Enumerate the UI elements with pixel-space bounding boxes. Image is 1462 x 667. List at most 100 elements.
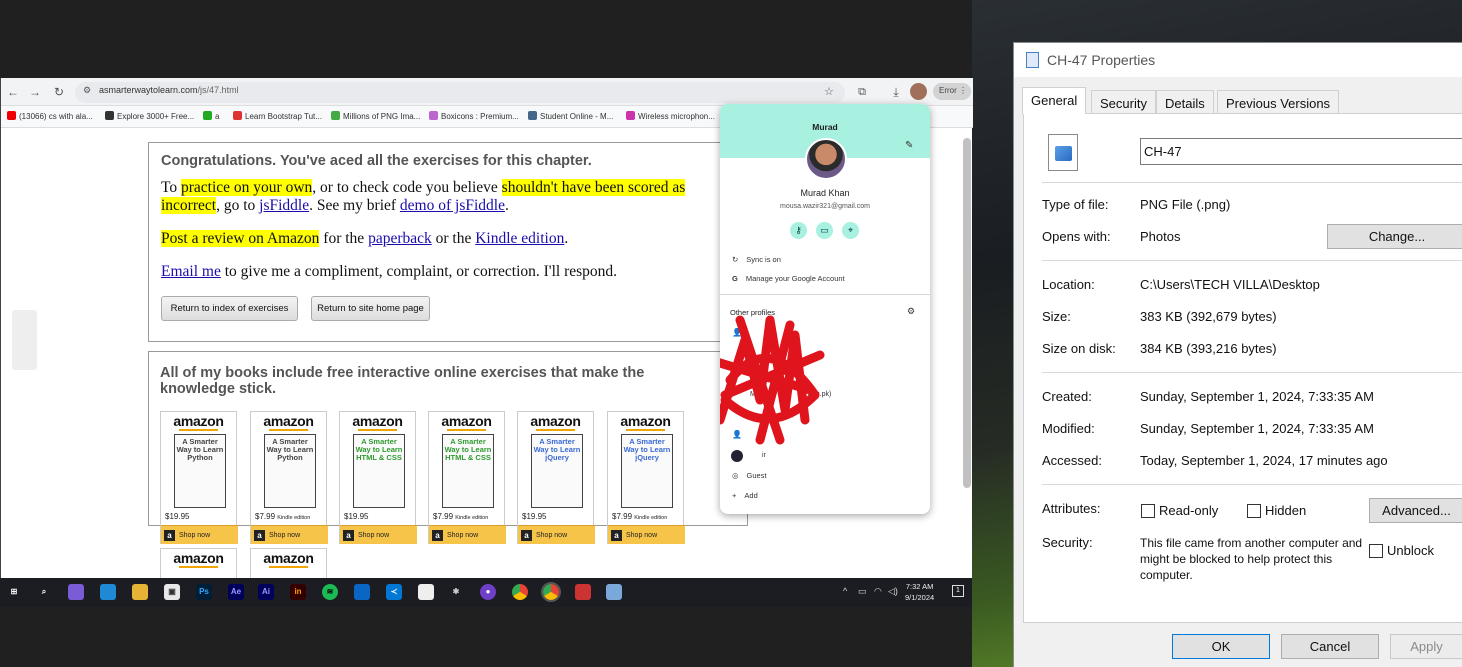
site-info-icon[interactable]: ⚙ (83, 85, 91, 96)
capcut-icon[interactable] (418, 584, 434, 600)
shop-now-button[interactable]: a Shop now (429, 525, 506, 544)
illustrator-icon[interactable]: in (290, 584, 306, 600)
bookmark-item[interactable]: Explore 3000+ Free... (105, 111, 194, 121)
page-scrollbar[interactable] (963, 138, 971, 488)
kindle-link[interactable]: Kindle edition (475, 230, 564, 247)
bookmark-star-icon[interactable]: ☆ (824, 85, 834, 98)
guest-menu-item[interactable]: ◎ Guest (732, 471, 767, 480)
chatgpt-icon[interactable]: ✱ (448, 584, 464, 600)
forward-icon[interactable]: → (27, 84, 43, 100)
edition-label: Kindle edition (455, 515, 489, 521)
tab-general[interactable]: General (1022, 87, 1087, 114)
tab-details[interactable]: Details (1156, 90, 1214, 113)
cancel-button[interactable]: Cancel (1281, 634, 1379, 659)
unblock-checkbox[interactable] (1369, 544, 1383, 558)
notepad-icon[interactable] (606, 584, 622, 600)
file-explorer-icon[interactable] (132, 584, 148, 600)
chrome-icon[interactable] (512, 584, 528, 600)
vscode-icon[interactable]: ≺ (386, 584, 402, 600)
copilot-icon[interactable] (68, 584, 84, 600)
bookmark-item[interactable]: Student Online - M... (528, 111, 613, 121)
sync-menu-item[interactable]: ↻ Sync is on (732, 255, 781, 264)
edge-icon[interactable] (100, 584, 116, 600)
profile-avatar-icon[interactable] (910, 83, 927, 100)
shop-now-button[interactable]: a Shop now (251, 525, 328, 544)
return-index-button[interactable]: Return to index of exercises (161, 296, 298, 321)
tab-security[interactable]: Security (1091, 90, 1156, 113)
edition-label: Kindle edition (277, 515, 311, 521)
email-link[interactable]: Email me (161, 263, 221, 280)
back-icon[interactable]: ← (5, 84, 21, 100)
addresses-pin-icon[interactable]: ⌖ (842, 222, 859, 239)
profile-avatar-small[interactable] (731, 450, 743, 462)
book-price: $7.99 Kindle edition (433, 512, 488, 521)
demo-jsfiddle-link[interactable]: demo of jsFiddle (400, 197, 505, 214)
spotify-icon[interactable]: ≋ (322, 584, 338, 600)
jsfiddle-link[interactable]: jsFiddle (259, 197, 309, 214)
bookmark-item[interactable]: Wireless microphon... (626, 111, 715, 121)
after-effects-icon[interactable]: Ai (258, 584, 274, 600)
extensions-icon[interactable]: ⧉ (854, 84, 870, 100)
book-price: $7.99 Kindle edition (255, 512, 310, 521)
url-field[interactable]: ⚙ asmarterwaytolearn.com/js/47.html ☆ (75, 82, 845, 103)
opens-with-label: Opens with: (1042, 229, 1111, 244)
amazon-logo: amazon (530, 413, 581, 429)
book-tile[interactable]: amazon A Smarter Way to Learn jQuery $7.99… (607, 411, 685, 544)
github-icon[interactable]: ● (480, 584, 496, 600)
wifi-icon[interactable]: ◠ (874, 586, 882, 597)
shop-now-button[interactable]: a Shop now (608, 525, 685, 544)
search-icon[interactable]: ⌕ (36, 584, 52, 600)
clock[interactable]: 7:32 AM 9/1/2024 (905, 581, 934, 603)
tray-chevron-icon[interactable]: ^ (843, 586, 847, 596)
readonly-checkbox[interactable] (1141, 504, 1155, 518)
battery-icon[interactable]: ▭ (858, 586, 867, 597)
bookmark-item[interactable]: Learn Bootstrap Tut... (233, 111, 322, 121)
profile-avatar[interactable] (805, 138, 847, 180)
error-chip[interactable]: Error ⋮ (933, 83, 971, 100)
add-profile-item[interactable]: + Add (732, 491, 758, 500)
hidden-checkbox[interactable] (1247, 504, 1261, 518)
payment-card-icon[interactable]: ▭ (816, 222, 833, 239)
advanced-button[interactable]: Advanced... (1369, 498, 1462, 523)
book-tile[interactable]: amazon A Smarter Way to Learn HTML & CSS $… (339, 411, 417, 544)
notifications-icon[interactable]: 1 (952, 585, 964, 597)
shop-now-button[interactable]: a Shop now (161, 525, 238, 544)
book-tile[interactable]: amazon A Smarter Way to Learn Python $7.99… (250, 411, 328, 544)
photoshop-icon[interactable]: Ps (196, 584, 212, 600)
return-home-button[interactable]: Return to site home page (311, 296, 430, 321)
volume-icon[interactable]: ◁) (888, 586, 898, 597)
amazon-smile-icon (179, 566, 218, 568)
bookmark-item[interactable]: Millions of PNG Ima... (331, 111, 420, 121)
filename-input[interactable]: CH-47 (1140, 138, 1462, 165)
divider (1042, 182, 1462, 183)
download-icon[interactable]: ⤓ (888, 84, 904, 100)
windows-icon[interactable]: ⊞ (6, 584, 22, 600)
side-panel-handle[interactable] (12, 310, 37, 370)
book-tile[interactable]: amazon (160, 548, 237, 578)
shop-now-button[interactable]: a Shop now (340, 525, 417, 544)
ok-button[interactable]: OK (1172, 634, 1270, 659)
book-tile[interactable]: amazon A Smarter Way to Learn Python $19.9… (160, 411, 238, 544)
profile-row-partial[interactable]: ir (762, 452, 766, 459)
settings-gear-icon[interactable]: ⚙ (907, 306, 915, 317)
bookmark-item[interactable]: a (203, 111, 219, 121)
edit-pencil-icon[interactable]: ✎ (905, 140, 913, 151)
passwords-key-icon[interactable]: ⚷ (790, 222, 807, 239)
chrome-active-icon[interactable] (541, 582, 561, 602)
book-tile[interactable]: amazon A Smarter Way to Learn HTML & CSS $… (428, 411, 506, 544)
shop-now-button[interactable]: a Shop now (518, 525, 595, 544)
manage-account-item[interactable]: G Manage your Google Account (732, 274, 845, 283)
apply-button[interactable]: Apply (1390, 634, 1462, 659)
paperback-link[interactable]: paperback (368, 230, 432, 247)
linkedin-icon[interactable] (354, 584, 370, 600)
book-tile[interactable]: amazon (250, 548, 327, 578)
tab-previous-versions[interactable]: Previous Versions (1217, 90, 1340, 113)
book-tile[interactable]: amazon A Smarter Way to Learn jQuery $19.9… (517, 411, 595, 544)
reload-icon[interactable]: ↻ (51, 84, 67, 100)
change-button[interactable]: Change... (1327, 224, 1462, 249)
store-icon[interactable]: ▣ (164, 584, 180, 600)
bookmark-item[interactable]: Boxicons : Premium... (429, 111, 519, 121)
app-icon[interactable] (575, 584, 591, 600)
premiere-icon[interactable]: Ae (228, 584, 244, 600)
bookmark-item[interactable]: (13066) cs with ala... (7, 111, 93, 121)
